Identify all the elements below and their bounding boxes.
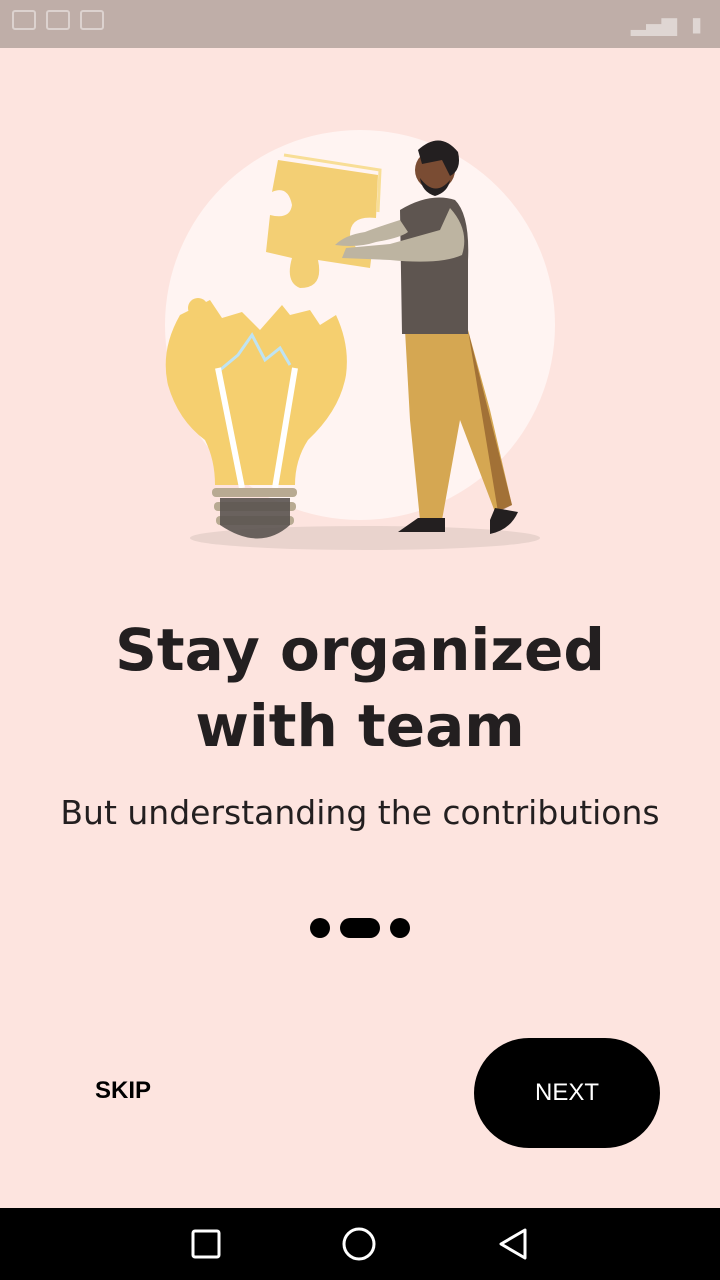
notification-icon bbox=[46, 10, 70, 30]
onboarding-title: Stay organized with team bbox=[0, 612, 720, 764]
page-dot[interactable] bbox=[310, 918, 330, 938]
page-indicator bbox=[0, 918, 720, 938]
page-dot-active[interactable] bbox=[340, 918, 380, 938]
signal-icon: ▂▄▆ bbox=[630, 12, 677, 36]
status-notification-icons bbox=[12, 10, 104, 30]
onboarding-illustration bbox=[165, 130, 555, 550]
battery-icon: ▮ bbox=[690, 12, 702, 36]
next-button[interactable]: NEXT bbox=[474, 1038, 660, 1148]
recents-square-icon[interactable] bbox=[191, 1229, 221, 1259]
skip-button[interactable]: SKIP bbox=[95, 1077, 151, 1105]
system-navigation-bar bbox=[0, 1208, 720, 1280]
notification-icon bbox=[80, 10, 104, 30]
title-line-2: with team bbox=[195, 692, 525, 760]
notification-icon bbox=[12, 10, 36, 30]
status-system-icons: ▂▄▆ ▮ bbox=[631, 12, 702, 36]
back-triangle-icon[interactable] bbox=[497, 1227, 529, 1261]
onboarding-subtitle: But understanding the contributions bbox=[60, 793, 660, 832]
home-circle-icon[interactable] bbox=[341, 1226, 377, 1262]
page-dot[interactable] bbox=[390, 918, 410, 938]
title-line-1: Stay organized bbox=[115, 616, 605, 684]
status-bar: ▂▄▆ ▮ bbox=[0, 0, 720, 48]
